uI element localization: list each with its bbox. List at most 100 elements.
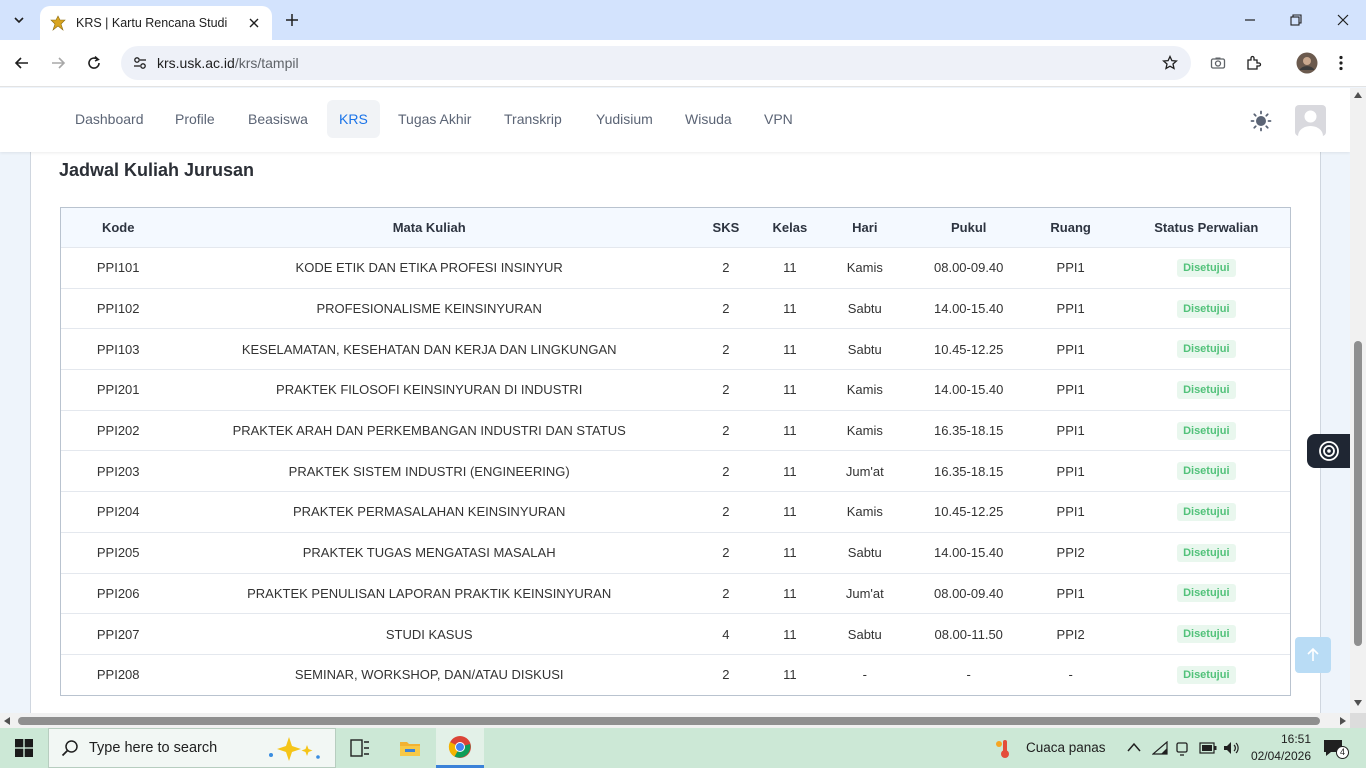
cell-pukul: 14.00-15.40 [918, 531, 1019, 573]
cell-hari: Kamis [810, 247, 919, 289]
vertical-scroll-thumb[interactable] [1354, 341, 1362, 646]
bookmark-star-icon[interactable] [1161, 54, 1179, 72]
cell-kelas: 11 [768, 491, 811, 533]
forward-arrow-icon[interactable] [46, 51, 70, 75]
horizontal-scrollbar[interactable] [0, 713, 1350, 728]
col-header-kelas[interactable]: Kelas [768, 207, 811, 248]
cell-ruang: PPI1 [1018, 409, 1123, 451]
more-menu-icon[interactable] [1329, 51, 1353, 75]
windows-start-icon[interactable] [0, 728, 48, 768]
col-header-hari[interactable]: Hari [810, 207, 919, 248]
back-arrow-icon[interactable] [10, 51, 34, 75]
scroll-down-arrow-icon[interactable] [1354, 700, 1362, 706]
status-badge: Disetujui [1177, 625, 1236, 644]
cell-kelas: 11 [768, 613, 811, 655]
cell-hari: Sabtu [810, 328, 919, 370]
sun-icon[interactable] [1248, 108, 1274, 134]
notification-center-button[interactable]: 4 [1322, 738, 1349, 760]
cell-pukul: 16.35-18.15 [918, 450, 1019, 492]
close-tab-icon[interactable] [246, 15, 262, 31]
cell-kode: PPI103 [60, 328, 176, 370]
cell-sks: 2 [682, 409, 769, 451]
cell-pukul: 10.45-12.25 [918, 491, 1019, 533]
file-explorer-icon[interactable] [386, 728, 434, 768]
scroll-right-arrow-icon[interactable] [1340, 717, 1346, 725]
profile-avatar-icon[interactable] [1295, 51, 1319, 75]
user-avatar[interactable] [1295, 105, 1326, 136]
col-header-ruang[interactable]: Ruang [1018, 207, 1123, 248]
extensions-puzzle-icon[interactable] [1242, 51, 1266, 75]
col-header-status[interactable]: Status Perwalian [1122, 207, 1291, 248]
new-tab-icon[interactable] [282, 10, 302, 30]
status-badge: Disetujui [1177, 502, 1236, 521]
minimize-icon[interactable] [1238, 8, 1262, 32]
col-header-mata-kuliah[interactable]: Mata Kuliah [175, 207, 683, 248]
cell-kode: PPI207 [60, 613, 176, 655]
cell-sks: 2 [682, 653, 769, 696]
camera-icon[interactable] [1206, 51, 1230, 75]
address-bar[interactable]: krs.usk.ac.id/krs/tampil [121, 46, 1191, 80]
cell-hari: Sabtu [810, 531, 919, 573]
status-badge: Disetujui [1177, 421, 1236, 440]
cell-pukul: - [918, 653, 1019, 696]
site-settings-icon[interactable] [131, 54, 149, 72]
col-header-sks[interactable]: SKS [682, 207, 769, 248]
search-icon [61, 740, 78, 757]
col-header-kode[interactable]: Kode [60, 207, 176, 248]
cell-hari: Kamis [810, 491, 919, 533]
tab-title: KRS | Kartu Rencana Studi [76, 16, 228, 30]
cell-pukul: 16.35-18.15 [918, 409, 1019, 451]
table-row: PPI204 PRAKTEK PERMASALAHAN KEINSINYURAN… [60, 491, 1291, 533]
cell-mata-kuliah: PRAKTEK PERMASALAHAN KEINSINYURAN [175, 491, 683, 533]
volume-icon[interactable] [1222, 740, 1240, 756]
cell-pukul: 14.00-15.40 [918, 369, 1019, 411]
nav-krs[interactable]: KRS [327, 100, 380, 138]
browser-tab-krs[interactable]: KRS | Kartu Rencana Studi [40, 6, 272, 40]
cell-sks: 2 [682, 328, 769, 370]
nav-transkrip[interactable]: Transkrip [495, 100, 571, 138]
horizontal-scroll-thumb[interactable] [18, 717, 1320, 725]
cell-status: Disetujui [1122, 287, 1291, 329]
chevron-up-icon[interactable] [1127, 742, 1141, 752]
scroll-left-arrow-icon[interactable] [4, 717, 10, 725]
arrow-up-icon [1307, 647, 1319, 661]
taskbar-search-box[interactable]: Type here to search [48, 728, 336, 768]
nav-yudisium[interactable]: Yudisium [587, 100, 662, 138]
cell-ruang: PPI1 [1018, 287, 1123, 329]
network-icon[interactable] [1152, 741, 1168, 755]
weather-thermometer-icon[interactable] [994, 738, 1016, 760]
nav-wisuda[interactable]: Wisuda [676, 100, 741, 138]
table-header-row: Kode Mata Kuliah SKS Kelas Hari Pukul Ru… [60, 207, 1291, 248]
cell-kelas: 11 [768, 369, 811, 411]
meet-now-icon[interactable] [1175, 740, 1191, 756]
table-row: PPI206 PRAKTEK PENULISAN LAPORAN PRAKTIK… [60, 572, 1291, 614]
chrome-taskbar-icon[interactable] [436, 728, 484, 768]
close-window-icon[interactable] [1331, 8, 1355, 32]
scroll-up-arrow-icon[interactable] [1354, 92, 1362, 98]
weather-text[interactable]: Cuaca panas [1026, 740, 1106, 755]
search-highlight-sparkle-icon [269, 737, 320, 761]
cell-kelas: 11 [768, 572, 811, 614]
cell-kelas: 11 [768, 531, 811, 573]
taskbar-clock[interactable]: 16:51 02/04/2026 [1245, 731, 1311, 765]
cell-sks: 2 [682, 369, 769, 411]
task-view-icon[interactable] [336, 728, 384, 768]
cell-sks: 2 [682, 491, 769, 533]
vertical-scrollbar[interactable] [1350, 88, 1366, 713]
nav-dashboard[interactable]: Dashboard [66, 100, 153, 138]
restore-icon[interactable] [1284, 8, 1308, 32]
col-header-pukul[interactable]: Pukul [918, 207, 1019, 248]
reload-icon[interactable] [82, 51, 106, 75]
battery-icon[interactable] [1199, 742, 1217, 754]
nav-profile[interactable]: Profile [166, 100, 224, 138]
nav-beasiswa[interactable]: Beasiswa [239, 100, 317, 138]
accessibility-widget-button[interactable] [1307, 434, 1350, 468]
cell-hari: Kamis [810, 409, 919, 451]
cell-kode: PPI208 [60, 653, 176, 696]
nav-vpn[interactable]: VPN [755, 100, 802, 138]
nav-tugas-akhir[interactable]: Tugas Akhir [389, 100, 480, 138]
tab-search-button[interactable] [6, 8, 32, 32]
scroll-to-top-button[interactable] [1295, 637, 1331, 673]
cell-ruang: PPI1 [1018, 572, 1123, 614]
cell-mata-kuliah: KODE ETIK DAN ETIKA PROFESI INSINYUR [175, 247, 683, 289]
